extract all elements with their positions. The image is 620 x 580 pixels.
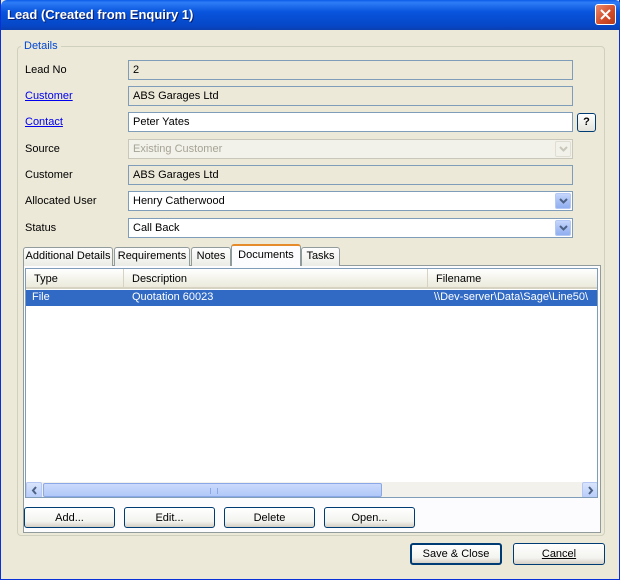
contact-link[interactable]: Contact [25,116,63,128]
tab-requirements[interactable]: Requirements [114,247,190,266]
documents-list[interactable]: Type Description Filename File Quotation… [25,268,598,498]
cancel-label: Cancel [541,548,577,560]
table-row[interactable]: File Quotation 60023 \\Dev-server\Data\S… [26,290,597,306]
window-title: Lead (Created from Enquiry 1) [7,7,194,22]
status-select[interactable]: Call Back [128,218,573,238]
customer-label: Customer [25,169,73,181]
status-label: Status [25,222,57,234]
scroll-left-button[interactable] [26,482,42,497]
open-button[interactable]: Open... [324,507,415,528]
tab-notes[interactable]: Notes [191,247,231,266]
tab-tasks[interactable]: Tasks [301,247,340,266]
status-value: Call Back [133,222,180,234]
chevron-right-icon [588,486,594,495]
details-legend: Details [21,40,61,52]
allocated-user-select[interactable]: Henry Catherwood [128,191,573,211]
status-dropdown-button[interactable] [555,220,571,236]
lead-no-field: 2 [128,60,573,80]
tab-additional-details[interactable]: Additional Details [23,247,113,266]
source-dropdown-button [555,141,571,157]
save-close-button[interactable]: Save & Close [410,543,502,565]
lead-window: Lead (Created from Enquiry 1) Details Le… [0,0,620,580]
chevron-down-icon [559,198,568,204]
row-type: File [32,291,50,303]
add-button[interactable]: Add... [24,507,115,528]
scroll-right-button[interactable] [582,482,597,497]
contact-help-button[interactable]: ? [577,113,596,132]
chevron-left-icon [31,486,37,495]
column-header-filename[interactable]: Filename [428,269,597,288]
close-button[interactable] [595,4,616,25]
customer-name-field: ABS Garages Ltd [128,165,573,185]
customer-link[interactable]: Customer [25,90,73,102]
edit-button[interactable]: Edit... [124,507,215,528]
customer-field: ABS Garages Ltd [128,86,573,106]
grip-icon [210,488,218,494]
source-select: Existing Customer [128,139,573,159]
tab-documents[interactable]: Documents [231,244,301,266]
source-label: Source [25,143,60,155]
horizontal-scrollbar[interactable] [26,482,597,497]
cancel-button[interactable]: Cancel [513,543,605,565]
source-value: Existing Customer [133,143,223,155]
row-description: Quotation 60023 [132,291,214,303]
contact-field[interactable]: Peter Yates [128,112,573,132]
chevron-down-icon [559,225,568,231]
column-header-description[interactable]: Description [124,269,428,288]
list-header: Type Description Filename [26,269,597,289]
allocated-user-value: Henry Catherwood [133,195,225,207]
allocated-user-label: Allocated User [25,195,97,207]
allocated-user-dropdown-button[interactable] [555,193,571,209]
title-bar[interactable]: Lead (Created from Enquiry 1) [1,0,620,30]
column-header-type[interactable]: Type [26,269,124,288]
chevron-down-icon [559,146,568,152]
lead-no-label: Lead No [25,64,67,76]
scroll-thumb[interactable] [43,483,382,497]
close-icon [600,9,611,20]
row-filename: \\Dev-server\Data\Sage\Line50\ [434,291,589,303]
delete-button[interactable]: Delete [224,507,315,528]
